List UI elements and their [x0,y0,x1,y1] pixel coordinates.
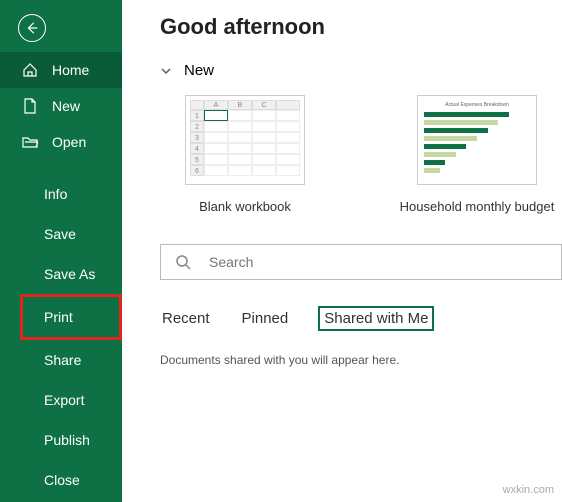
document-tabs: Recent Pinned Shared with Me [160,306,562,331]
sidebar-item-export[interactable]: Export [0,380,122,420]
sidebar-item-publish[interactable]: Publish [0,420,122,460]
watermark: wxkin.com [503,484,554,496]
section-new-header[interactable]: New [160,62,562,79]
tab-pinned[interactable]: Pinned [240,306,291,331]
sidebar-item-close[interactable]: Close [0,460,122,500]
folder-icon [22,134,38,150]
new-doc-icon [22,98,38,114]
sidebar-item-new[interactable]: New [0,88,122,124]
sidebar-item-save-as[interactable]: Save As [0,254,122,294]
search-bar[interactable] [160,244,562,280]
sidebar-item-share[interactable]: Share [0,340,122,380]
empty-state-message: Documents shared with you will appear he… [160,353,562,367]
search-input[interactable] [209,254,547,270]
sidebar-item-info[interactable]: Info [0,174,122,214]
chevron-down-icon [160,65,172,77]
sidebar-item-home[interactable]: Home [0,52,122,88]
template-blank-workbook[interactable]: ABC 1 2 3 4 5 6 Blank workbook [160,95,330,214]
sidebar-item-print[interactable]: Print [20,294,122,340]
template-label: Blank workbook [160,199,330,214]
template-label: Household monthly budget [392,199,562,214]
search-icon [175,254,191,270]
arrow-left-icon [25,21,39,35]
main-content: Good afternoon New ABC 1 2 3 4 5 6 Blank… [122,0,562,502]
sidebar-item-label: Home [52,62,89,78]
home-icon [22,62,38,78]
section-label: New [184,62,214,79]
template-household-budget[interactable]: Actual Expenses Breakdown Household mont… [392,95,562,214]
template-gallery: ABC 1 2 3 4 5 6 Blank workbook Actual Ex… [160,95,562,214]
sidebar-item-label: Open [52,134,86,150]
sidebar-item-open[interactable]: Open [0,124,122,160]
tab-shared-with-me[interactable]: Shared with Me [318,306,434,331]
template-thumb: ABC 1 2 3 4 5 6 [185,95,305,185]
backstage-sidebar: Home New Open Info Save Save As Print Sh… [0,0,122,502]
template-thumb: Actual Expenses Breakdown [417,95,537,185]
page-title: Good afternoon [160,14,562,40]
sidebar-item-label: New [52,98,80,114]
tab-recent[interactable]: Recent [160,306,212,331]
sidebar-item-save[interactable]: Save [0,214,122,254]
back-button[interactable] [18,14,46,42]
